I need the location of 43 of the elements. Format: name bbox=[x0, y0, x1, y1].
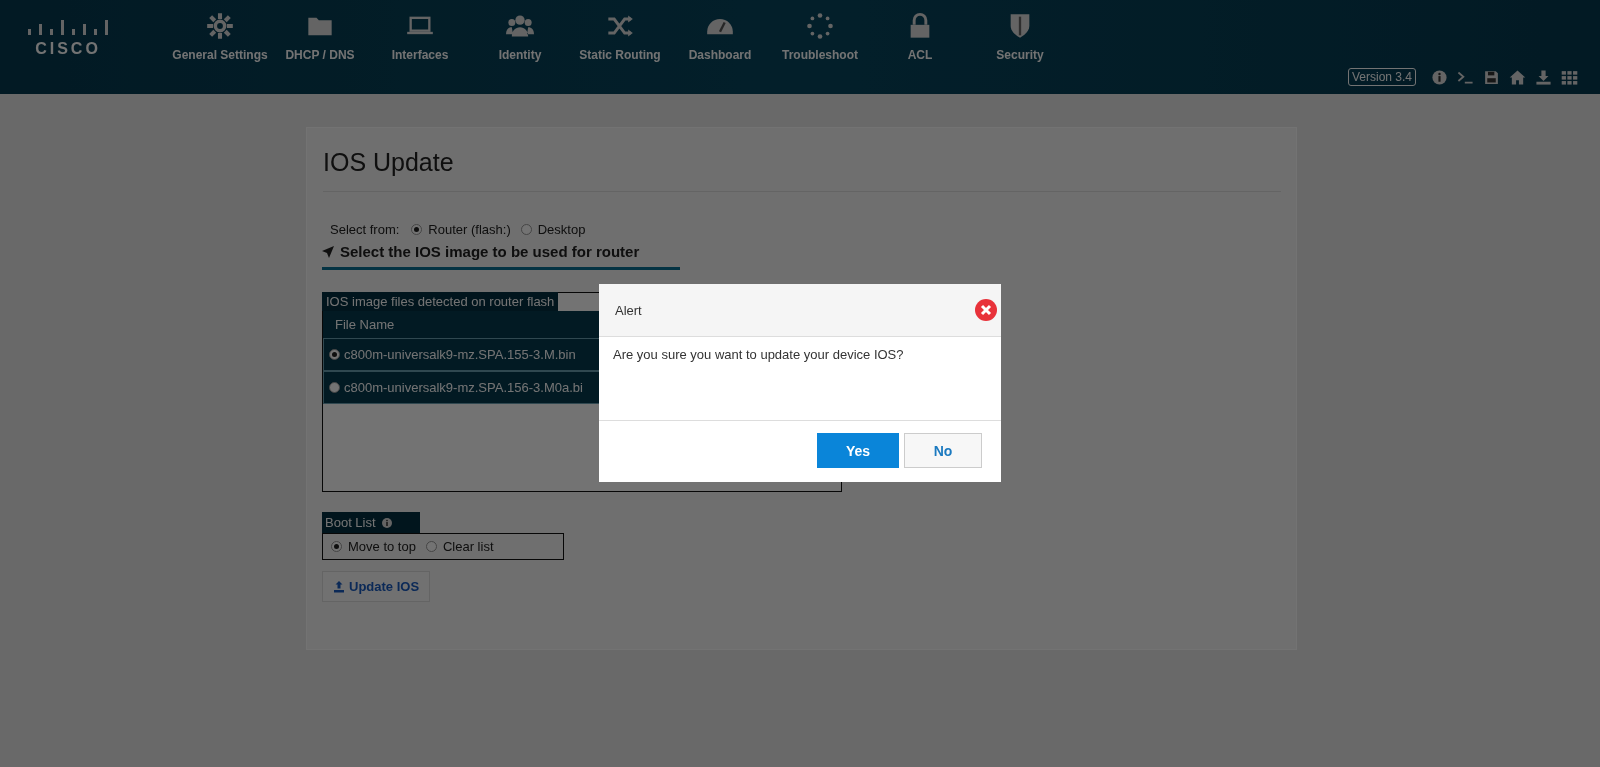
confirm-button[interactable]: Yes bbox=[817, 433, 899, 468]
radio-button[interactable] bbox=[411, 224, 423, 235]
file-name: c800m-universalk9-mz.SPA.156-3.M0a.bi bbox=[344, 380, 583, 395]
nav-item[interactable]: Static Routing bbox=[570, 0, 670, 94]
download-icon[interactable] bbox=[1535, 68, 1552, 86]
location-arrow-icon bbox=[322, 245, 334, 258]
logo-bars-icon bbox=[27, 20, 109, 36]
settings-icon bbox=[206, 12, 234, 40]
nav-item[interactable]: Dashboard bbox=[670, 0, 770, 94]
radio-button[interactable] bbox=[425, 541, 437, 552]
select-from-label: Select from: bbox=[330, 222, 400, 237]
radio-label: Router (flash:) bbox=[428, 222, 511, 237]
file-name: c800m-universalk9-mz.SPA.155-3.M.bin bbox=[344, 347, 576, 362]
radio-label: Move to top bbox=[348, 539, 416, 554]
cancel-button[interactable]: No bbox=[904, 433, 982, 468]
nav-item[interactable]: DHCP / DNS bbox=[270, 0, 370, 94]
nav-item[interactable]: Security bbox=[970, 0, 1070, 94]
nav-item[interactable]: General Settings bbox=[170, 0, 270, 94]
table-caption: IOS image files detected on router flash bbox=[322, 292, 559, 311]
save-icon[interactable] bbox=[1483, 68, 1500, 86]
info-icon[interactable] bbox=[1431, 68, 1448, 86]
page-title: IOS Update bbox=[323, 148, 1281, 192]
upload-icon bbox=[333, 580, 345, 593]
radio-label: Desktop bbox=[537, 222, 586, 237]
nav-item[interactable]: Interfaces bbox=[370, 0, 470, 94]
version-badge: Version 3.4 bbox=[1347, 68, 1416, 86]
nav-item[interactable]: Identity bbox=[470, 0, 570, 94]
update-ios-button[interactable]: Update IOS bbox=[322, 571, 431, 602]
section-title: Select the IOS image to be used for router bbox=[340, 243, 640, 260]
grid-icon[interactable] bbox=[1561, 68, 1578, 86]
radio-button[interactable] bbox=[520, 224, 532, 235]
logo-text: CISCO bbox=[35, 40, 101, 58]
nav-item[interactable]: Troubleshoot bbox=[770, 0, 870, 94]
home-icon[interactable] bbox=[1509, 68, 1526, 86]
close-icon[interactable] bbox=[975, 299, 997, 321]
spinner-icon bbox=[806, 12, 834, 40]
radio-label: Clear list bbox=[442, 539, 494, 554]
radio-button[interactable] bbox=[329, 382, 340, 393]
info-icon[interactable] bbox=[380, 516, 393, 529]
radio-button[interactable] bbox=[329, 349, 340, 360]
boot-list-text: Boot List bbox=[325, 515, 376, 530]
radio-button[interactable] bbox=[331, 541, 342, 552]
nav-item[interactable]: ACL bbox=[870, 0, 970, 94]
